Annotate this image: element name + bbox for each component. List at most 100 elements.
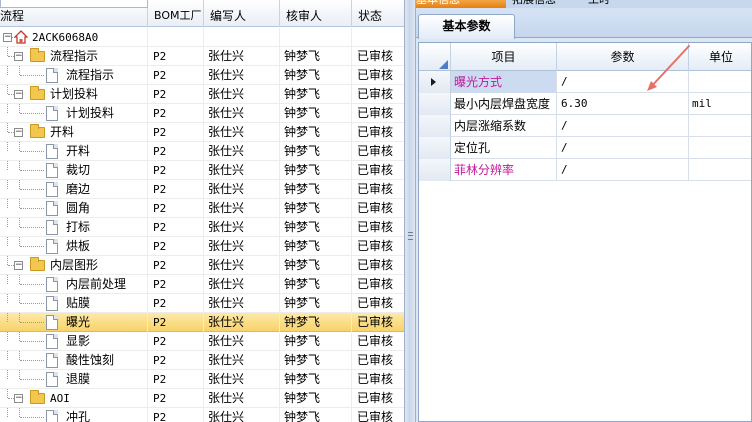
- reviewer-cell: 钟梦飞: [280, 199, 352, 218]
- tree-step-row[interactable]: 曝光 P2 张仕兴 钟梦飞 已审核: [0, 313, 404, 332]
- tab-work-hours[interactable]: 工时: [588, 0, 628, 8]
- tree-step-row[interactable]: 烘板 P2 张仕兴 钟梦飞 已审核: [0, 237, 404, 256]
- tree-connector: [20, 360, 44, 361]
- author-cell: 张仕兴: [204, 237, 280, 256]
- bom-cell: P2: [148, 351, 204, 370]
- collapse-icon[interactable]: −: [14, 52, 23, 61]
- parameter-row[interactable]: 菲林分辨率 /: [419, 159, 751, 181]
- status-cell: 已审核: [357, 68, 394, 82]
- parameter-row[interactable]: 最小内层焊盘宽度 6.30 mil: [419, 93, 751, 115]
- parameter-unit-cell: [689, 159, 751, 181]
- filter-input[interactable]: [0, 0, 148, 8]
- document-icon: [46, 182, 58, 197]
- tree-connector: [7, 47, 8, 56]
- tree-step-row[interactable]: 计划投料 P2 张仕兴 钟梦飞 已审核: [0, 104, 404, 123]
- collapse-icon[interactable]: −: [14, 90, 23, 99]
- tree-cell: 圆角: [0, 199, 148, 218]
- tree-root-row[interactable]: − 2ACK6068A0: [0, 28, 404, 47]
- parameter-row[interactable]: 定位孔 /: [419, 137, 751, 159]
- pane-splitter[interactable]: [404, 0, 416, 422]
- row-selector[interactable]: [419, 159, 451, 181]
- status-cell: 已审核: [357, 239, 394, 253]
- bom-cell: P2: [148, 237, 204, 256]
- home-icon: [14, 30, 28, 44]
- tree-connector: [20, 303, 44, 304]
- status-cell: 已审核: [357, 315, 394, 329]
- parameter-row[interactable]: 内层涨缩系数 /: [419, 115, 751, 137]
- tree-step-row[interactable]: 贴膜 P2 张仕兴 钟梦飞 已审核: [0, 294, 404, 313]
- row-selector[interactable]: [419, 93, 451, 115]
- tree-group-row[interactable]: − 计划投料 P2 张仕兴 钟梦飞 已审核: [0, 85, 404, 104]
- parameter-value-cell[interactable]: /: [557, 115, 689, 137]
- tree-step-row[interactable]: 退膜 P2 张仕兴 钟梦飞 已审核: [0, 370, 404, 389]
- tree-cell: 开料: [0, 142, 148, 161]
- tree-step-row[interactable]: 打标 P2 张仕兴 钟梦飞 已审核: [0, 218, 404, 237]
- tab-basic-info[interactable]: 基本信息: [416, 0, 506, 8]
- tab-extended-info[interactable]: 拓展信息: [512, 0, 582, 8]
- tree-connector: [7, 351, 8, 360]
- tree-step-row[interactable]: 显影 P2 张仕兴 钟梦飞 已审核: [0, 332, 404, 351]
- parameter-value-cell[interactable]: /: [557, 71, 689, 93]
- tree-step-row[interactable]: 磨边 P2 张仕兴 钟梦飞 已审核: [0, 180, 404, 199]
- document-icon: [46, 106, 58, 121]
- parameter-row[interactable]: 曝光方式 /: [419, 71, 751, 93]
- tree-step-row[interactable]: 酸性蚀刻 P2 张仕兴 钟梦飞 已审核: [0, 351, 404, 370]
- column-header-author[interactable]: 编写人: [204, 0, 280, 27]
- collapse-icon[interactable]: −: [14, 261, 23, 270]
- tree-group-row[interactable]: − 开料 P2 张仕兴 钟梦飞 已审核: [0, 123, 404, 142]
- tree-step-row[interactable]: 流程指示 P2 张仕兴 钟梦飞 已审核: [0, 66, 404, 85]
- reviewer-cell: 钟梦飞: [280, 66, 352, 85]
- collapse-icon[interactable]: −: [14, 394, 23, 403]
- grid-corner[interactable]: [419, 43, 451, 71]
- row-selector[interactable]: [419, 115, 451, 137]
- tree-step-row[interactable]: 内层前处理 P2 张仕兴 钟梦飞 已审核: [0, 275, 404, 294]
- bom-cell: P2: [148, 180, 204, 199]
- column-header-parameter[interactable]: 参数: [557, 43, 689, 71]
- collapse-icon[interactable]: −: [14, 128, 23, 137]
- status-cell: 已审核: [357, 163, 394, 177]
- splitter-grip-icon[interactable]: [408, 232, 413, 240]
- column-header-unit[interactable]: 单位: [689, 43, 751, 71]
- tree-step-row[interactable]: 裁切 P2 张仕兴 钟梦飞 已审核: [0, 161, 404, 180]
- tree-cell: 退膜: [0, 370, 148, 389]
- tab-basic-parameters[interactable]: 基本参数: [418, 14, 515, 39]
- column-header-bom-factory[interactable]: BOM工厂: [148, 0, 204, 27]
- parameter-item-cell: 定位孔: [451, 137, 557, 159]
- tree-step-row[interactable]: 冲孔 P2 张仕兴 钟梦飞 已审核: [0, 408, 404, 422]
- tree-step-row[interactable]: 开料 P2 张仕兴 钟梦飞 已审核: [0, 142, 404, 161]
- author-cell: 张仕兴: [204, 218, 280, 237]
- tree-cell: 裁切: [0, 161, 148, 180]
- tree-cell: − AOI: [0, 389, 148, 408]
- bom-cell: P2: [148, 104, 204, 123]
- tree-step-label: 退膜: [66, 372, 91, 386]
- reviewer-cell: 钟梦飞: [280, 123, 352, 142]
- tree-group-row[interactable]: − 流程指示 P2 张仕兴 钟梦飞 已审核: [0, 47, 404, 66]
- column-header-item[interactable]: 项目: [451, 43, 557, 71]
- folder-icon: [30, 86, 45, 100]
- tree-connector: [19, 275, 20, 284]
- tree-step-row[interactable]: 圆角 P2 张仕兴 钟梦飞 已审核: [0, 199, 404, 218]
- row-selector[interactable]: [419, 71, 451, 93]
- author-cell: 张仕兴: [204, 408, 280, 422]
- process-tree-grid: 流程 BOM工厂 编写人 核审人 状态 − 2ACK6068A0 − 流程指示 P2…: [0, 0, 404, 422]
- tree-cell: 计划投料: [0, 104, 148, 123]
- parameter-grid: 项目 参数 单位 曝光方式 / 最小内层焊盘宽度 6.30 mil 内层涨缩系数 / 定位孔 /…: [418, 42, 752, 422]
- parameter-value-cell[interactable]: 6.30: [557, 93, 689, 115]
- collapse-icon[interactable]: −: [3, 33, 12, 42]
- parameter-value-cell[interactable]: /: [557, 137, 689, 159]
- tree-group-row[interactable]: − 内层图形 P2 张仕兴 钟梦飞 已审核: [0, 256, 404, 275]
- tree-connector: [7, 332, 8, 341]
- bom-cell: P2: [148, 408, 204, 422]
- folder-icon: [30, 257, 45, 271]
- tree-step-label: 内层前处理: [66, 277, 127, 291]
- tree-cell: − 流程指示: [0, 47, 148, 66]
- tree-group-row[interactable]: − AOI P2 张仕兴 钟梦飞 已审核: [0, 389, 404, 408]
- column-header-reviewer[interactable]: 核审人: [280, 0, 352, 27]
- status-cell: 已审核: [357, 258, 394, 272]
- tree-connector: [19, 142, 20, 151]
- document-icon: [46, 296, 58, 311]
- row-selector[interactable]: [419, 137, 451, 159]
- column-header-status[interactable]: 状态: [352, 0, 404, 27]
- parameter-item-cell: 曝光方式: [451, 71, 557, 93]
- parameter-value-cell[interactable]: /: [557, 159, 689, 181]
